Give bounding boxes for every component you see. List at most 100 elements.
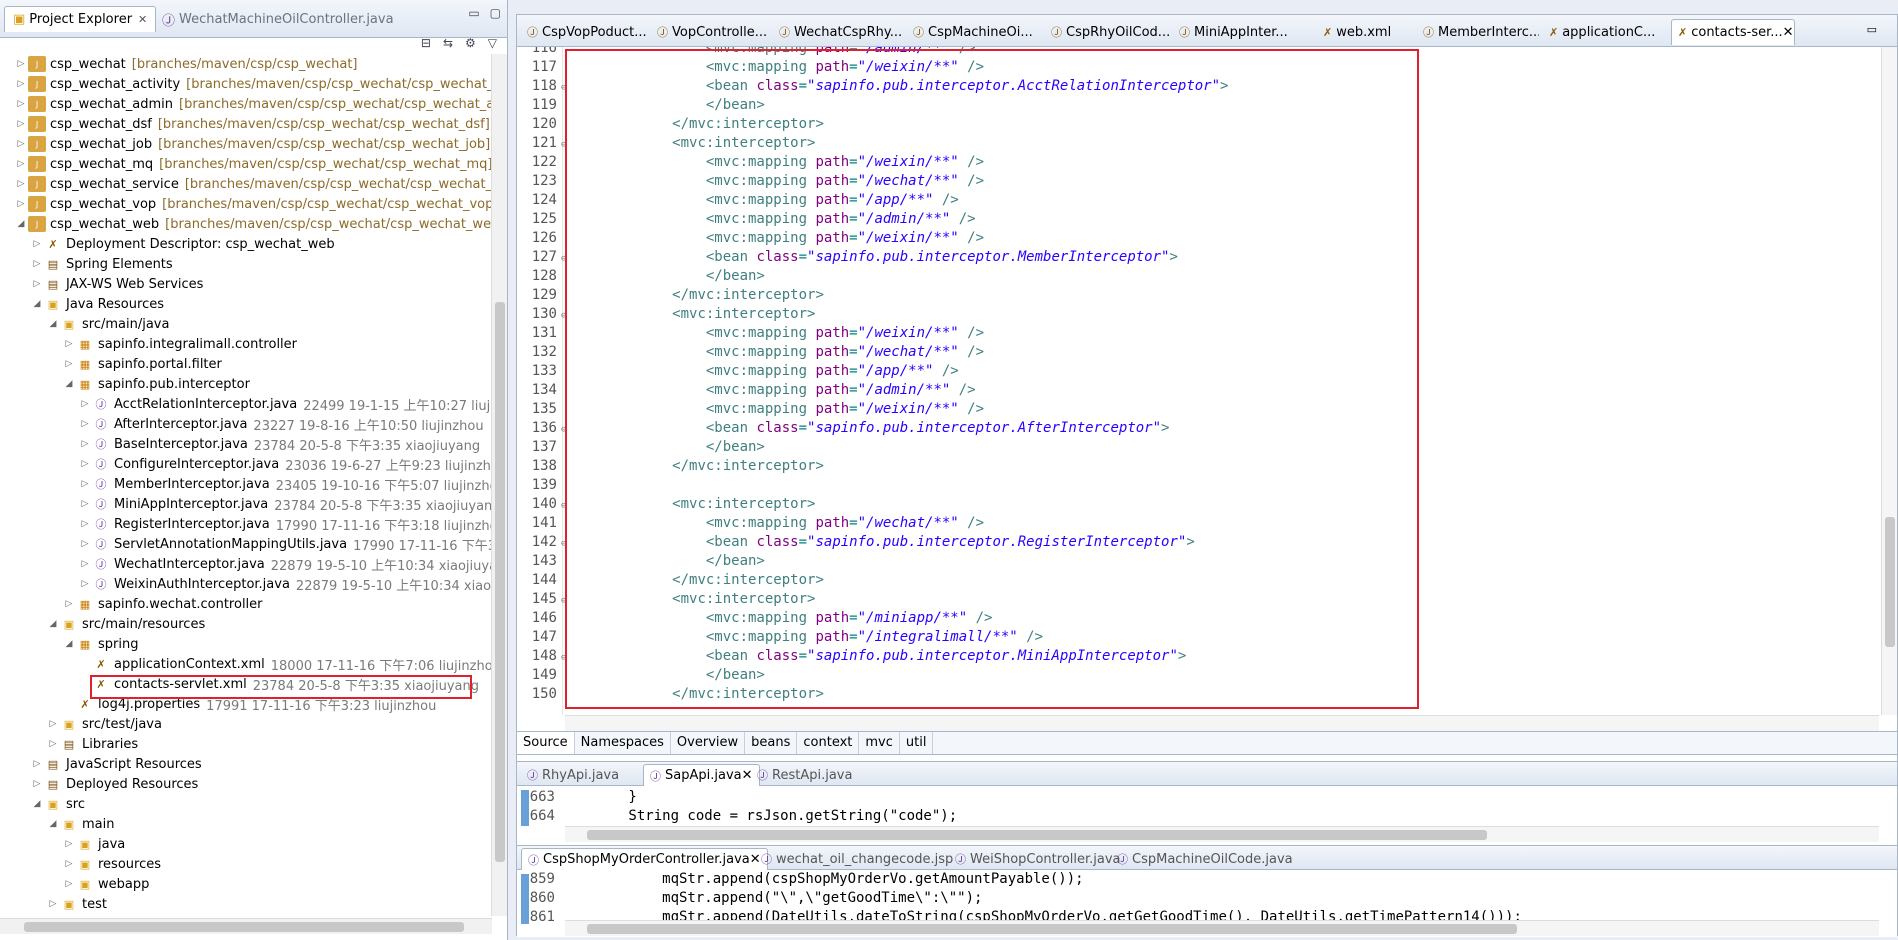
expand-toggle-icon[interactable]: ▷ <box>14 179 28 189</box>
scroll-thumb[interactable] <box>587 924 1517 934</box>
expand-toggle-icon[interactable]: ▷ <box>62 599 76 609</box>
editor-tab[interactable]: Ⓙ CspRhyOilCod... <box>1045 19 1169 45</box>
expand-toggle-icon[interactable]: ▷ <box>78 399 92 409</box>
expand-toggle-icon[interactable]: ▷ <box>78 579 92 589</box>
editor-tab[interactable]: ✗ applicationC... <box>1543 19 1667 45</box>
tree-item[interactable]: ▷ Ⓙ RegisterInterceptor.java 17990 17-11-16… <box>0 514 492 534</box>
expand-toggle-icon[interactable]: ▷ <box>62 359 76 369</box>
tree-item[interactable]: ▷ ▤ Spring Elements <box>0 254 492 274</box>
expand-toggle-icon[interactable]: ▷ <box>30 759 44 769</box>
expand-toggle-icon[interactable]: ▷ <box>30 779 44 789</box>
editor-tab[interactable]: ✗ web.xml <box>1317 19 1413 45</box>
editor-tab[interactable]: Ⓙwechat_oil_changecode.jsp <box>755 848 959 870</box>
tree-item[interactable]: ▷ ▣ resources <box>0 854 492 874</box>
tree-item[interactable]: ▷ Jcsp_wechat_vop [branches/maven/csp/csp_… <box>0 194 492 214</box>
tree-item[interactable]: ◢ ▣ main <box>0 814 492 834</box>
expand-toggle-icon[interactable]: ▷ <box>14 139 28 149</box>
tree-item[interactable]: ▷ Ⓙ MiniAppInterceptor.java 23784 20-5-8 下午… <box>0 494 492 514</box>
xml-source-view[interactable]: 116 <mvc:mapping path="/admin/**" /> 117 … <box>517 47 1879 715</box>
sapapi-code[interactable]: 663 } 664 String code = rsJson.getString(… <box>517 788 957 828</box>
subtab-beans[interactable]: beans <box>745 732 798 754</box>
expand-toggle-icon[interactable]: ▷ <box>78 539 92 549</box>
subtab-util[interactable]: util <box>900 732 934 754</box>
tree-item[interactable]: ▷ Ⓙ MemberInterceptor.java 23405 19-10-16 下… <box>0 474 492 494</box>
subtab-context[interactable]: context <box>797 732 860 754</box>
tree-item[interactable]: ▷ ▣ src/test/java <box>0 714 492 734</box>
expand-toggle-icon[interactable]: ◢ <box>46 619 60 629</box>
close-icon[interactable]: ✕ <box>1783 25 1794 40</box>
tree-item[interactable]: ▷ ▤ Deployed Resources <box>0 774 492 794</box>
tree-item[interactable]: ▷ Ⓙ WeixinAuthInterceptor.java 22879 19-5-1… <box>0 574 492 594</box>
subtab-namespaces[interactable]: Namespaces <box>575 732 671 754</box>
editor-tab[interactable]: Ⓙ RestApi.java <box>751 764 858 786</box>
expand-toggle-icon[interactable]: ▷ <box>30 239 44 249</box>
expand-toggle-icon[interactable]: ▷ <box>14 99 28 109</box>
editor-tab[interactable]: Ⓙ WechatCspRhy... <box>773 19 903 45</box>
minimize-icon[interactable]: ▭ <box>468 6 479 20</box>
editor-tab[interactable]: Ⓙ WeiShopController.java <box>949 848 1127 870</box>
tree-item[interactable]: ▷ Ⓙ AcctRelationInterceptor.java 22499 19-1… <box>0 394 492 414</box>
tree-item[interactable]: ◢ ▣ src/main/java <box>0 314 492 334</box>
scroll-thumb[interactable] <box>1885 517 1895 647</box>
tree-item[interactable]: ▷ Ⓙ BaseInterceptor.java 23784 20-5-8 下午3:3… <box>0 434 492 454</box>
editor-tab[interactable]: Ⓙ MemberInterc... <box>1417 19 1539 45</box>
tree-item[interactable]: ◢ ▣ src <box>0 794 492 814</box>
expand-toggle-icon[interactable]: ▷ <box>78 419 92 429</box>
expand-toggle-icon[interactable]: ▷ <box>30 259 44 269</box>
expand-toggle-icon[interactable]: ▷ <box>14 59 28 69</box>
tree-item[interactable]: ◢ ▦ spring <box>0 634 492 654</box>
tab-wechat-machine-oil-controller[interactable]: Ⓙ WechatMachineOilController.java <box>154 6 402 32</box>
tree-item[interactable]: ▷ ▤ JavaScript Resources <box>0 754 492 774</box>
tree-item[interactable]: ▷ ▦ sapinfo.wechat.controller <box>0 594 492 614</box>
expand-toggle-icon[interactable]: ◢ <box>14 219 28 229</box>
tree-item[interactable]: ▷ Ⓙ AfterInterceptor.java 23227 19-8-16 上午1… <box>0 414 492 434</box>
tree-item[interactable]: ▷ Jcsp_wechat_admin [branches/maven/csp/cs… <box>0 94 492 114</box>
view-menu-icon[interactable]: ▽ <box>488 36 497 50</box>
filter-icon[interactable]: ⚙ <box>465 36 476 50</box>
expand-toggle-icon[interactable]: ▷ <box>14 199 28 209</box>
expand-toggle-icon[interactable]: ▷ <box>46 719 60 729</box>
collapse-all-icon[interactable]: ⊟ <box>421 36 431 50</box>
order-controller-horizontal-scrollbar[interactable] <box>565 920 1879 936</box>
editor-tab[interactable]: Ⓙ SapApi.java ✕ <box>643 764 760 786</box>
expand-toggle-icon[interactable]: ▷ <box>78 519 92 529</box>
editor-tab[interactable]: Ⓙ RhyApi.java <box>521 764 625 786</box>
expand-toggle-icon[interactable]: ▷ <box>78 479 92 489</box>
tree-item[interactable]: ▷ Jcsp_wechat_activity [branches/maven/csp… <box>0 74 492 94</box>
tree-item[interactable]: ▷ Jcsp_wechat_job [branches/maven/csp/csp_… <box>0 134 492 154</box>
editor-tab[interactable]: Ⓙ CspVopPoduct... <box>521 19 647 45</box>
editor-tab[interactable]: Ⓙ MiniAppInter... <box>1173 19 1313 45</box>
subtab-source[interactable]: Source <box>517 732 575 754</box>
sapapi-horizontal-scrollbar[interactable] <box>565 826 1879 842</box>
expand-toggle-icon[interactable]: ▷ <box>62 859 76 869</box>
scroll-thumb[interactable] <box>24 922 464 932</box>
tree-item[interactable]: ▷ ▦ sapinfo.portal.filter <box>0 354 492 374</box>
tree-item[interactable]: ▷ Jcsp_wechat_service [branches/maven/csp/… <box>0 174 492 194</box>
editor-tab[interactable]: Ⓙ CspMachineOi... <box>907 19 1041 45</box>
tree-item[interactable]: ✗ applicationContext.xml 18000 17-11-16 下午… <box>0 654 492 674</box>
maximize-icon[interactable]: ▢ <box>490 6 501 20</box>
editor-vertical-scrollbar[interactable] <box>1881 47 1897 715</box>
expand-toggle-icon[interactable]: ▷ <box>14 79 28 89</box>
expand-toggle-icon[interactable]: ▷ <box>78 499 92 509</box>
tree-item[interactable]: ▷ ▣ webapp <box>0 874 492 894</box>
tree-item[interactable]: ◢ ▣ src/main/resources <box>0 614 492 634</box>
expand-toggle-icon[interactable]: ▷ <box>78 459 92 469</box>
tree-item[interactable]: ▷ ▤ JAX-WS Web Services <box>0 274 492 294</box>
tree-item[interactable]: ▷ ▦ sapinfo.integralimall.controller <box>0 334 492 354</box>
tree-item[interactable]: ▷ ▣ test <box>0 894 492 914</box>
expand-toggle-icon[interactable]: ▷ <box>62 879 76 889</box>
expand-toggle-icon[interactable]: ▷ <box>30 279 44 289</box>
link-with-editor-icon[interactable]: ⇆ <box>443 36 453 50</box>
subtab-overview[interactable]: Overview <box>671 732 746 754</box>
scroll-thumb[interactable] <box>495 302 505 862</box>
expand-toggle-icon[interactable]: ◢ <box>30 299 44 309</box>
tree-item[interactable]: ▷ Ⓙ ConfigureInterceptor.java 23036 19-6-27… <box>0 454 492 474</box>
explorer-vertical-scrollbar[interactable] <box>491 54 507 916</box>
tree-item[interactable]: ▷ Jcsp_wechat_dsf [branches/maven/csp/csp_… <box>0 114 492 134</box>
close-icon[interactable]: ✕ <box>138 13 147 26</box>
editor-horizontal-scrollbar[interactable] <box>565 715 1879 731</box>
tree-item[interactable]: ◢ ▦ sapinfo.pub.interceptor <box>0 374 492 394</box>
tree-item[interactable]: ◢ ▣ Java Resources <box>0 294 492 314</box>
expand-toggle-icon[interactable]: ▷ <box>14 119 28 129</box>
